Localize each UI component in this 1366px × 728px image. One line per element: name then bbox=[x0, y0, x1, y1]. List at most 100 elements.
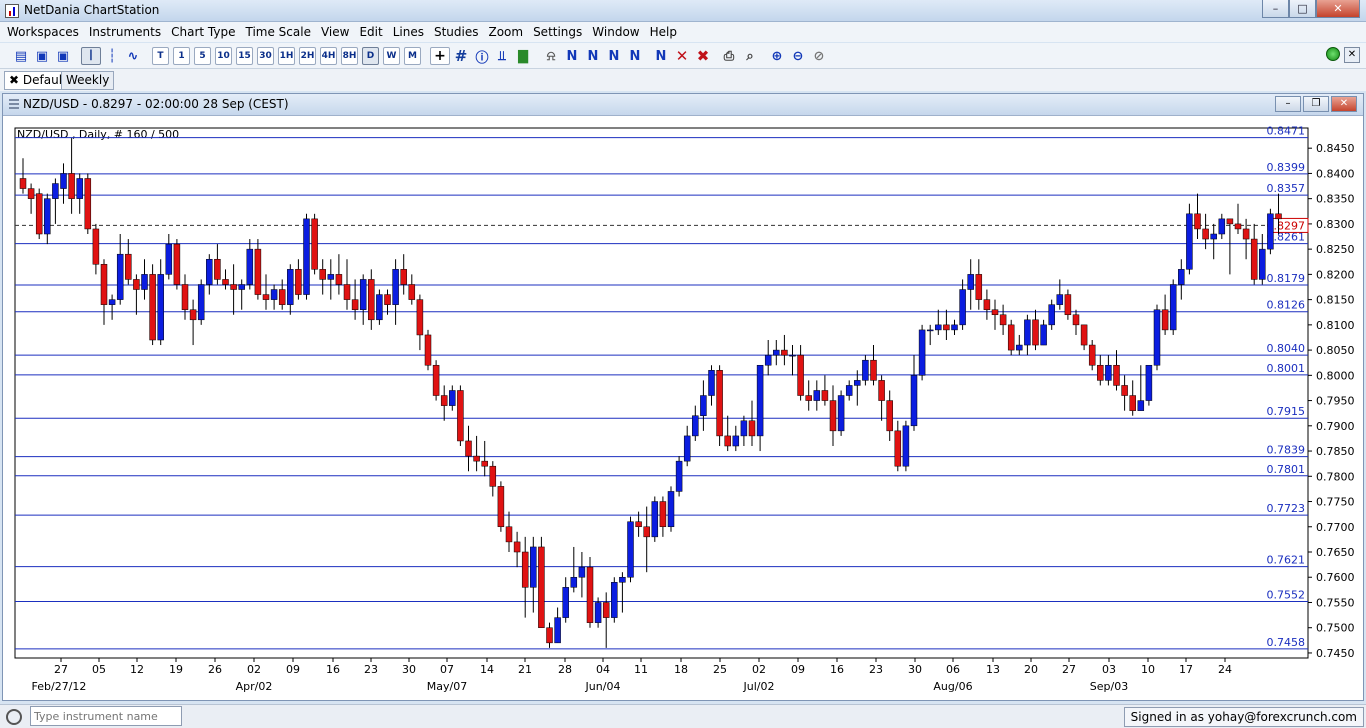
menu-chart-type[interactable]: Chart Type bbox=[166, 22, 240, 42]
save-icon[interactable]: ▣ bbox=[33, 47, 51, 65]
menu-instruments[interactable]: Instruments bbox=[84, 22, 166, 42]
delete-icon[interactable]: ✕ bbox=[673, 47, 691, 65]
level-label: 0.8126 bbox=[1267, 299, 1306, 312]
tab-label: Weekly bbox=[66, 73, 110, 87]
candle-body bbox=[667, 491, 675, 528]
candle-body bbox=[1072, 314, 1080, 326]
new-icon[interactable]: ▤ bbox=[12, 47, 30, 65]
fan-icon[interactable]: N bbox=[626, 47, 644, 65]
candle-body bbox=[692, 415, 699, 437]
y-tick-label: 0.8100 bbox=[1316, 319, 1355, 332]
candle-body bbox=[278, 289, 286, 305]
candle-body bbox=[1250, 238, 1258, 280]
candle-body bbox=[1242, 228, 1250, 240]
candle-body bbox=[206, 258, 213, 285]
minimize-button[interactable]: – bbox=[1262, 0, 1289, 18]
candle-body bbox=[999, 314, 1007, 326]
candle-body bbox=[440, 395, 448, 406]
candle-body bbox=[319, 269, 326, 280]
menu-lines[interactable]: Lines bbox=[388, 22, 429, 42]
timeframe-4h-button[interactable]: 4H bbox=[320, 47, 337, 65]
menu-studies[interactable]: Studies bbox=[429, 22, 484, 42]
zoom-reset-icon[interactable]: ⊘ bbox=[810, 47, 828, 65]
candle-body bbox=[416, 299, 424, 336]
candle-body bbox=[351, 299, 359, 310]
timeframe-1-button[interactable]: 1 bbox=[173, 47, 190, 65]
volume-icon[interactable]: ▇ bbox=[514, 47, 532, 65]
level-label: 0.8357 bbox=[1267, 182, 1306, 195]
timeframe-tick-button[interactable]: T bbox=[152, 47, 169, 65]
timeframe-15-button[interactable]: 15 bbox=[236, 47, 253, 65]
close-button[interactable]: ✕ bbox=[1316, 0, 1360, 18]
menu-help[interactable]: Help bbox=[645, 22, 682, 42]
timeframe-2h-button[interactable]: 2H bbox=[299, 47, 316, 65]
chart-close-button[interactable]: ✕ bbox=[1331, 96, 1357, 112]
timeframe-8h-button[interactable]: 8H bbox=[341, 47, 358, 65]
info-icon[interactable]: ⓘ bbox=[473, 47, 491, 66]
grid-icon[interactable]: # bbox=[452, 47, 470, 65]
maximize-button[interactable]: □ bbox=[1289, 0, 1316, 18]
menu-zoom[interactable]: Zoom bbox=[483, 22, 528, 42]
bar-chart-icon[interactable]: ┆ bbox=[103, 47, 121, 65]
menu-settings[interactable]: Settings bbox=[528, 22, 587, 42]
timeframe-1h-button[interactable]: 1H bbox=[278, 47, 295, 65]
timeframe-10-button[interactable]: 10 bbox=[215, 47, 232, 65]
toolbar-status: ✕ bbox=[1326, 47, 1360, 63]
x-month-label: Sep/03 bbox=[1090, 680, 1128, 693]
level-label: 0.8471 bbox=[1267, 125, 1306, 138]
timeframe-5-button[interactable]: 5 bbox=[194, 47, 211, 65]
chart-minimize-button[interactable]: – bbox=[1275, 96, 1301, 112]
close-workspace-icon[interactable]: ✕ bbox=[1344, 47, 1360, 63]
zoom-out-icon[interactable]: ⊖ bbox=[789, 47, 807, 65]
level-label: 0.7801 bbox=[1267, 463, 1306, 476]
menu-view[interactable]: View bbox=[316, 22, 354, 42]
candle-body bbox=[343, 284, 351, 300]
save-as-icon[interactable]: ▣ bbox=[54, 47, 72, 65]
timeframe-daily-button[interactable]: D bbox=[362, 47, 379, 65]
x-tick-label: 30 bbox=[908, 663, 922, 676]
print-preview-icon[interactable]: ⌕ bbox=[741, 47, 759, 65]
level-label: 0.7915 bbox=[1267, 405, 1306, 418]
x-tick-label: 26 bbox=[208, 663, 222, 676]
x-month-label: Feb/27/12 bbox=[32, 680, 87, 693]
x-tick-label: 30 bbox=[402, 663, 416, 676]
menu-edit[interactable]: Edit bbox=[354, 22, 387, 42]
study-icon[interactable]: ⫫ bbox=[493, 47, 511, 65]
instrument-search-input[interactable] bbox=[30, 706, 182, 726]
timeframe-monthly-button[interactable]: M bbox=[404, 47, 421, 65]
zoom-in-icon[interactable]: ⊕ bbox=[768, 47, 786, 65]
alert-bell-icon[interactable]: ⍾ bbox=[542, 47, 560, 65]
candle-body bbox=[578, 566, 586, 578]
timeframe-weekly-button[interactable]: W bbox=[383, 47, 400, 65]
crosshair-icon[interactable]: + bbox=[430, 47, 450, 65]
candle-body bbox=[270, 289, 278, 300]
tab-weekly[interactable]: Weekly bbox=[61, 71, 115, 90]
x-tick-label: 13 bbox=[986, 663, 1000, 676]
menu-workspaces[interactable]: Workspaces bbox=[2, 22, 84, 42]
candlestick-chart[interactable]: NZD/USD , Daily, # 160 / 500 0.8450 0.8400… bbox=[3, 116, 1363, 700]
timeframe-30-button[interactable]: 30 bbox=[257, 47, 274, 65]
candle-body bbox=[740, 420, 748, 437]
candle-body bbox=[149, 274, 156, 341]
fibonacci-icon[interactable]: N bbox=[605, 47, 623, 65]
channel-icon[interactable]: N bbox=[584, 47, 602, 65]
candle-body bbox=[530, 546, 537, 588]
chart-restore-button[interactable]: ❐ bbox=[1303, 96, 1329, 112]
candle-body bbox=[546, 627, 553, 644]
delete-all-icon[interactable]: ✖ bbox=[694, 47, 712, 65]
menu-time-scale[interactable]: Time Scale bbox=[240, 22, 315, 42]
line-chart-icon[interactable]: ∿ bbox=[124, 47, 142, 65]
candle-body bbox=[1275, 213, 1282, 220]
print-icon[interactable]: ⎙ bbox=[720, 47, 738, 65]
menu-window[interactable]: Window bbox=[587, 22, 644, 42]
level-label: 0.7839 bbox=[1267, 444, 1306, 457]
candle-body bbox=[181, 284, 189, 310]
level-label: 0.7552 bbox=[1267, 588, 1306, 601]
delete-line-icon[interactable]: N bbox=[652, 47, 670, 65]
trendline-icon[interactable]: N bbox=[563, 47, 581, 65]
x-tick-label: 21 bbox=[518, 663, 532, 676]
x-tick-label: 17 bbox=[1179, 663, 1193, 676]
drag-grip-icon[interactable] bbox=[9, 99, 19, 111]
candlestick-chart-icon[interactable]: ┃ bbox=[81, 47, 101, 65]
y-tick-label: 0.7550 bbox=[1316, 596, 1355, 609]
